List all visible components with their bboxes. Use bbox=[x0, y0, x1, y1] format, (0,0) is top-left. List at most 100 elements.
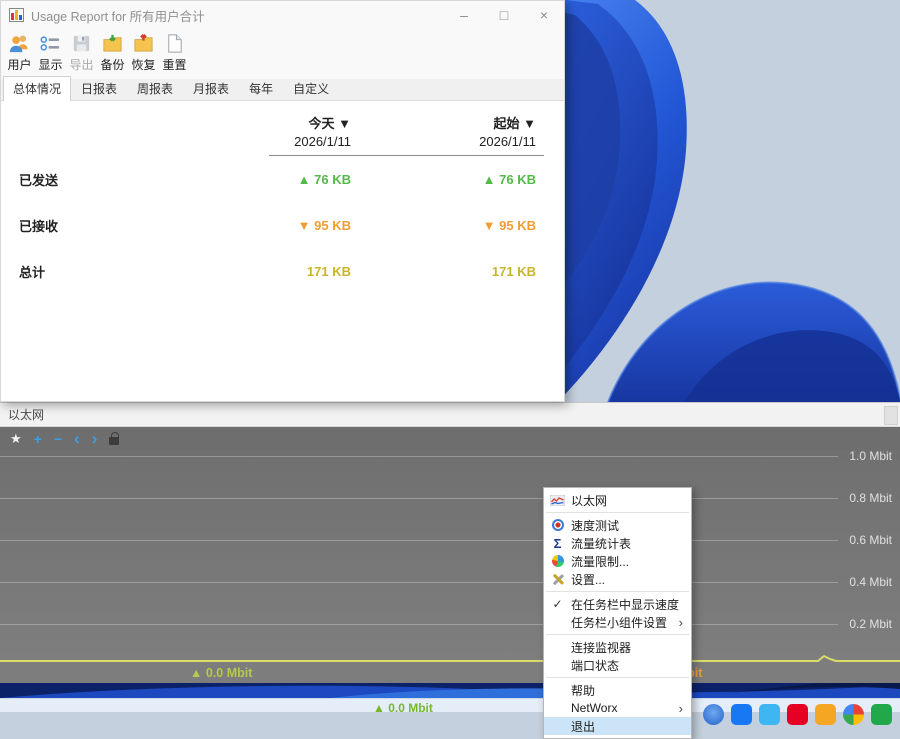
menu-item-taskbar-widget-settings[interactable]: 任务栏小组件设置 › bbox=[544, 613, 691, 631]
graph-header-bar[interactable]: 以太网 bbox=[0, 402, 900, 427]
window-title: Usage Report for 所有用户合计 bbox=[31, 6, 205, 25]
taskbar-app-icon[interactable] bbox=[759, 704, 780, 725]
favorite-star-icon[interactable]: ★ bbox=[10, 432, 22, 445]
graph-plot-area[interactable]: 1.0 Mbit 0.8 Mbit 0.6 Mbit 0.4 Mbit 0.2 … bbox=[0, 450, 900, 663]
axis-tick-label: 1.0 Mbit bbox=[849, 450, 892, 463]
tools-icon bbox=[551, 573, 564, 586]
graph-interface-title: 以太网 bbox=[8, 406, 44, 423]
app-bar-chart-icon bbox=[9, 8, 24, 22]
taskbar-networx-speed: ▲ 0.0 Mbit bbox=[373, 701, 433, 715]
desktop-wallpaper bbox=[560, 0, 900, 405]
row-value-today: 171 KB bbox=[251, 264, 351, 279]
column-header-since[interactable]: 起始 ▼ bbox=[351, 113, 536, 132]
toolbar-item-label: 重置 bbox=[162, 56, 186, 73]
networx-context-menu: 以太网 速度测试 Σ 流量统计表 流量限制... 设置... ✓ 在任务栏中显示… bbox=[543, 487, 692, 739]
menu-item-ethernet[interactable]: 以太网 bbox=[544, 491, 691, 509]
tab-daily[interactable]: 日报表 bbox=[71, 76, 127, 100]
table-row-received: 已接收 ▼ 95 KB ▼ 95 KB bbox=[1, 202, 564, 248]
menu-separator bbox=[546, 591, 689, 592]
gridline bbox=[0, 456, 838, 457]
reset-button[interactable]: 重置 bbox=[160, 32, 189, 73]
menu-item-help[interactable]: 帮助 bbox=[544, 681, 691, 699]
taskbar-app-icon[interactable] bbox=[703, 704, 724, 725]
menu-item-connection-monitor[interactable]: 连接监视器 bbox=[544, 638, 691, 656]
row-label: 已发送 bbox=[1, 170, 251, 189]
title-bar[interactable]: Usage Report for 所有用户合计 – □ × bbox=[1, 1, 564, 29]
gridline bbox=[0, 582, 838, 583]
taskbar-app-icon[interactable] bbox=[843, 704, 864, 725]
zoom-out-icon[interactable]: − bbox=[54, 432, 62, 446]
speed-gauge-icon bbox=[552, 519, 564, 531]
sigma-icon: Σ bbox=[544, 536, 571, 551]
display-button[interactable]: 显示 bbox=[36, 32, 65, 73]
toolbar-item-label: 恢复 bbox=[131, 56, 155, 73]
networx-graph-window: 以太网 ★ + − ‹ › 1.0 Mbit 0.8 Mbit 0.6 Mbit… bbox=[0, 402, 900, 683]
export-button: 导出 bbox=[67, 32, 96, 73]
gridline bbox=[0, 498, 838, 499]
menu-separator bbox=[546, 634, 689, 635]
menu-item-port-status[interactable]: 端口状态 bbox=[544, 656, 691, 674]
tab-yearly[interactable]: 每年 bbox=[239, 76, 283, 100]
graph-speed-strip: ▲ 0.0 Mbit ▼ 0.0 Mbit bbox=[0, 663, 900, 683]
row-label: 总计 bbox=[1, 262, 251, 281]
menu-item-show-speed-in-taskbar[interactable]: ✓ 在任务栏中显示速度 bbox=[544, 595, 691, 613]
submenu-arrow-icon: › bbox=[679, 701, 691, 716]
column-header-today[interactable]: 今天 ▼ bbox=[251, 113, 351, 132]
toolbar-item-label: 导出 bbox=[69, 56, 93, 73]
column-date-today: 2026/1/11 bbox=[251, 134, 351, 149]
menu-separator bbox=[546, 677, 689, 678]
upload-speed-label: ▲ 0.0 Mbit bbox=[190, 666, 252, 680]
table-row-sent: 已发送 ▲ 76 KB ▲ 76 KB bbox=[1, 156, 564, 202]
axis-tick-label: 0.8 Mbit bbox=[849, 491, 892, 505]
scroll-left-icon[interactable]: ‹ bbox=[74, 430, 80, 447]
menu-item-usage-report[interactable]: Σ 流量统计表 bbox=[544, 534, 691, 552]
tab-custom[interactable]: 自定义 bbox=[283, 76, 339, 100]
row-value-today: ▲ 76 KB bbox=[251, 172, 351, 187]
taskbar-app-icon[interactable] bbox=[787, 704, 808, 725]
menu-item-exit[interactable]: 退出 bbox=[544, 717, 691, 735]
toolbar-item-label: 备份 bbox=[100, 56, 124, 73]
maximize-button[interactable]: □ bbox=[484, 1, 524, 29]
scroll-right-icon[interactable]: › bbox=[92, 430, 98, 447]
menu-item-networx[interactable]: NetWorx › bbox=[544, 699, 691, 717]
axis-tick-label: 0.6 Mbit bbox=[849, 533, 892, 547]
toolbar-item-label: 用户 bbox=[7, 56, 31, 73]
lock-icon[interactable] bbox=[109, 437, 119, 445]
restore-button[interactable]: 恢复 bbox=[129, 32, 158, 73]
traffic-zero-line bbox=[0, 653, 900, 663]
checkmark-icon: ✓ bbox=[544, 597, 571, 611]
tab-weekly[interactable]: 周报表 bbox=[127, 76, 183, 100]
taskbar-app-icon[interactable] bbox=[731, 704, 752, 725]
line-chart-icon bbox=[544, 495, 571, 506]
pie-chart-icon bbox=[552, 555, 564, 567]
tab-overall[interactable]: 总体情况 bbox=[3, 76, 71, 101]
menu-item-quota[interactable]: 流量限制... bbox=[544, 552, 691, 570]
taskbar-icons bbox=[703, 704, 892, 725]
zoom-in-icon[interactable]: + bbox=[34, 432, 42, 446]
taskbar-app-icon[interactable] bbox=[815, 704, 836, 725]
row-value-since: 171 KB bbox=[351, 264, 536, 279]
tab-monthly[interactable]: 月报表 bbox=[183, 76, 239, 100]
users-button[interactable]: 用户 bbox=[5, 32, 34, 73]
backup-button[interactable]: 备份 bbox=[98, 32, 127, 73]
gridline bbox=[0, 624, 838, 625]
row-value-since: ▲ 76 KB bbox=[351, 172, 536, 187]
menu-item-settings[interactable]: 设置... bbox=[544, 570, 691, 588]
menu-separator bbox=[546, 512, 689, 513]
reset-page-icon bbox=[163, 32, 186, 55]
backup-folder-icon bbox=[101, 32, 124, 55]
desktop-wallpaper-strip bbox=[0, 683, 900, 698]
close-button[interactable]: × bbox=[524, 1, 564, 29]
axis-tick-label: 0.4 Mbit bbox=[849, 575, 892, 589]
minimize-button[interactable]: – bbox=[444, 1, 484, 29]
row-value-since: ▼ 95 KB bbox=[351, 218, 536, 233]
graph-header-corner-button[interactable] bbox=[884, 406, 898, 425]
menu-item-speed-test[interactable]: 速度测试 bbox=[544, 516, 691, 534]
display-list-icon bbox=[39, 32, 62, 55]
submenu-arrow-icon: › bbox=[679, 615, 691, 630]
taskbar-app-icon[interactable] bbox=[871, 704, 892, 725]
axis-tick-label: 0.2 Mbit bbox=[849, 617, 892, 631]
users-icon bbox=[8, 32, 31, 55]
taskbar[interactable]: ▲ 0.0 Mbit bbox=[0, 698, 900, 712]
report-tabs: 总体情况 日报表 周报表 月报表 每年 自定义 bbox=[1, 79, 564, 101]
